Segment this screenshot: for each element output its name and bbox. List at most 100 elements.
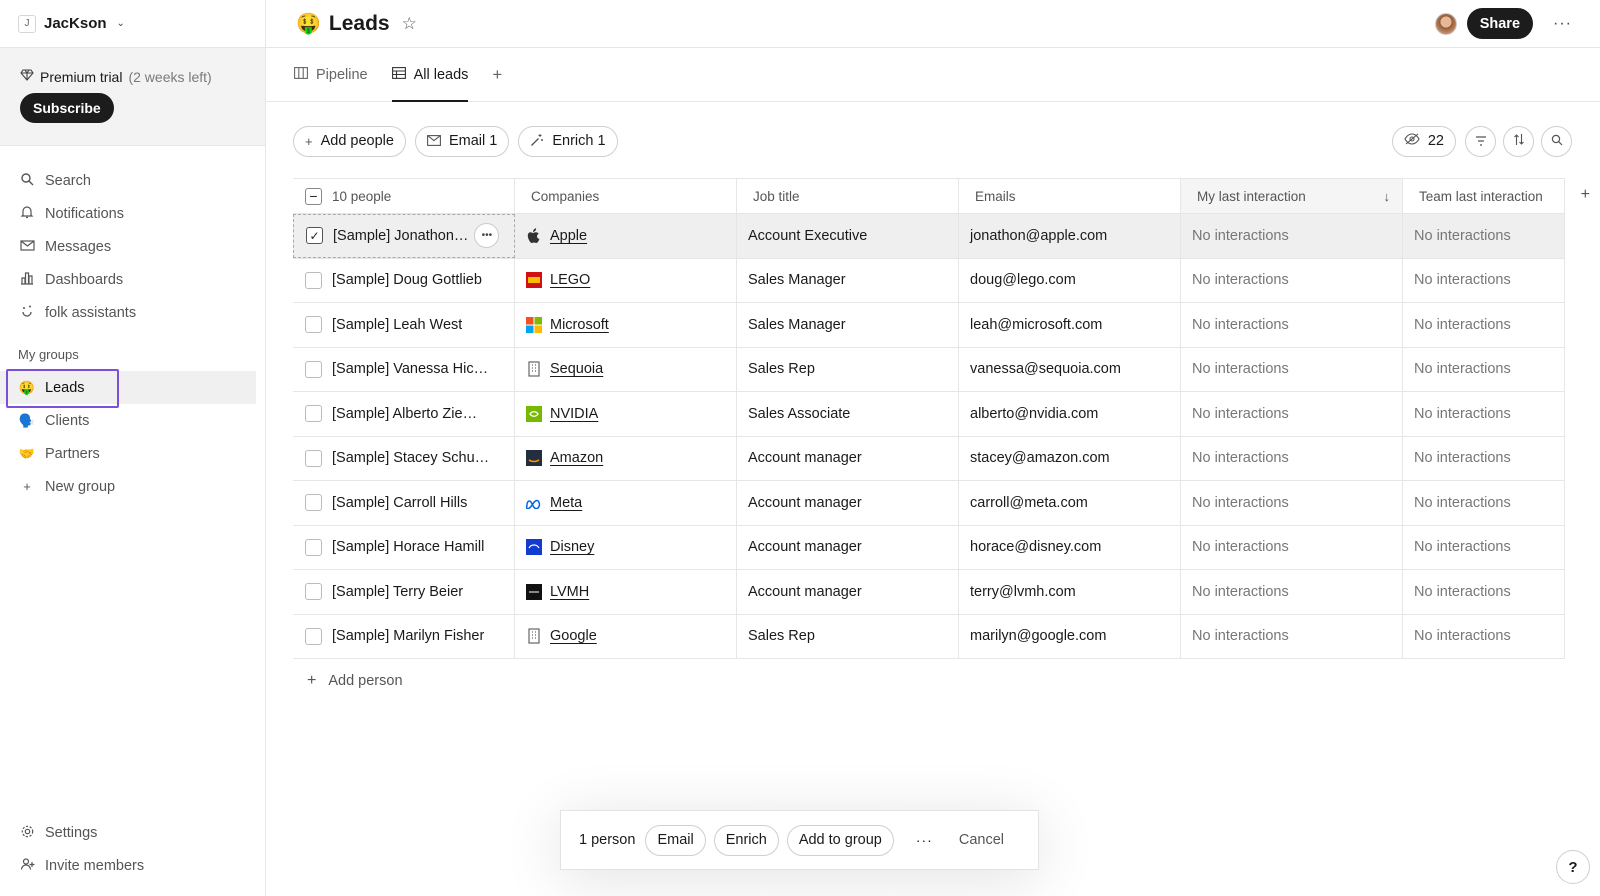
job-title-cell[interactable]: Sales Manager xyxy=(737,303,959,347)
tab-pipeline[interactable]: Pipeline xyxy=(294,48,368,101)
tab-all-leads[interactable]: All leads xyxy=(391,48,468,102)
company-cell[interactable]: LVMH xyxy=(515,570,737,614)
company-link[interactable]: LVMH xyxy=(550,584,589,600)
team-last-interaction-cell[interactable]: No interactions xyxy=(1403,392,1565,436)
company-link[interactable]: Disney xyxy=(550,539,594,555)
column-header-my-last-interaction[interactable]: My last interaction ↓ xyxy=(1181,179,1403,213)
avatar[interactable] xyxy=(1434,12,1457,35)
my-last-interaction-cell[interactable]: No interactions xyxy=(1181,570,1403,614)
my-last-interaction-cell[interactable]: No interactions xyxy=(1181,214,1403,258)
search-button[interactable] xyxy=(1541,125,1572,157)
add-view-button[interactable]: + xyxy=(492,48,502,101)
email-cell[interactable]: marilyn@google.com xyxy=(959,614,1181,658)
person-cell[interactable]: [Sample] Carroll Hills xyxy=(293,481,515,525)
person-name[interactable]: [Sample] Doug Gottlieb xyxy=(332,272,482,288)
company-cell[interactable]: Microsoft xyxy=(515,303,737,347)
company-link[interactable]: Google xyxy=(550,628,597,644)
table-row[interactable]: [Sample] Horace Hamill Disney Account mana… xyxy=(293,525,1565,570)
job-title-cell[interactable]: Account manager xyxy=(737,570,959,614)
row-checkbox[interactable] xyxy=(305,627,322,645)
column-header-companies[interactable]: Companies xyxy=(515,179,737,213)
email-cell[interactable]: horace@disney.com xyxy=(959,525,1181,569)
company-link[interactable]: Apple xyxy=(550,228,587,244)
table-row[interactable]: [Sample] Vanessa Hic… Sequoia Sales Rep van… xyxy=(293,347,1565,392)
company-link[interactable]: Microsoft xyxy=(550,317,609,333)
hidden-fields-button[interactable]: 22 xyxy=(1391,125,1456,157)
select-all-checkbox[interactable]: − xyxy=(305,187,322,205)
share-button[interactable]: Share xyxy=(1466,8,1534,39)
email-selected-button[interactable]: Email xyxy=(645,824,706,856)
row-checkbox[interactable] xyxy=(305,449,322,467)
company-link[interactable]: Sequoia xyxy=(550,361,603,377)
company-link[interactable]: Meta xyxy=(550,495,582,511)
job-title-cell[interactable]: Sales Rep xyxy=(737,614,959,658)
column-header-team-last-interaction[interactable]: Team last interaction xyxy=(1403,179,1565,213)
nav-item-settings[interactable]: Settings xyxy=(0,816,265,849)
group-item-clients[interactable]: 🗣️ Clients xyxy=(0,404,265,437)
company-link[interactable]: NVIDIA xyxy=(550,406,598,422)
row-checkbox[interactable] xyxy=(305,405,322,423)
nav-item-invite-members[interactable]: Invite members xyxy=(0,849,265,882)
my-last-interaction-cell[interactable]: No interactions xyxy=(1181,258,1403,302)
team-last-interaction-cell[interactable]: No interactions xyxy=(1403,525,1565,569)
company-cell[interactable]: Google xyxy=(515,614,737,658)
row-more-icon[interactable]: ••• xyxy=(474,223,500,249)
add-to-group-button[interactable]: Add to group xyxy=(786,824,894,856)
company-cell[interactable]: Sequoia xyxy=(515,347,737,391)
job-title-cell[interactable]: Account manager xyxy=(737,481,959,525)
email-cell[interactable]: terry@lvmh.com xyxy=(959,570,1181,614)
my-last-interaction-cell[interactable]: No interactions xyxy=(1181,303,1403,347)
person-name[interactable]: [Sample] Leah West xyxy=(332,317,462,333)
subscribe-button[interactable]: Subscribe xyxy=(20,93,114,123)
table-row[interactable]: [Sample] Terry Beier LVMH Account manager t… xyxy=(293,570,1565,615)
workspace-switcher[interactable]: J JacKson ⌄ xyxy=(0,0,265,48)
person-cell[interactable]: [Sample] Alberto Zie… xyxy=(293,392,515,436)
group-item-leads[interactable]: 🤑 Leads xyxy=(0,369,256,408)
team-last-interaction-cell[interactable]: No interactions xyxy=(1403,614,1565,658)
team-last-interaction-cell[interactable]: No interactions xyxy=(1403,481,1565,525)
add-column-button[interactable]: + xyxy=(1581,186,1590,204)
email-cell[interactable]: stacey@amazon.com xyxy=(959,436,1181,480)
my-last-interaction-cell[interactable]: No interactions xyxy=(1181,481,1403,525)
company-cell[interactable]: NVIDIA xyxy=(515,392,737,436)
job-title-cell[interactable]: Sales Associate xyxy=(737,392,959,436)
star-icon[interactable]: ☆ xyxy=(402,14,417,34)
team-last-interaction-cell[interactable]: No interactions xyxy=(1403,436,1565,480)
column-header-job-title[interactable]: Job title xyxy=(737,179,959,213)
person-cell[interactable]: [Sample] Stacey Schu… xyxy=(293,436,515,480)
company-cell[interactable]: Meta xyxy=(515,481,737,525)
column-header-people[interactable]: − 10 people xyxy=(293,179,515,213)
email-button[interactable]: Email 1 xyxy=(414,125,510,157)
job-title-cell[interactable]: Account manager xyxy=(737,525,959,569)
company-cell[interactable]: Disney xyxy=(515,525,737,569)
my-last-interaction-cell[interactable]: No interactions xyxy=(1181,525,1403,569)
email-cell[interactable]: jonathon@apple.com xyxy=(959,214,1181,258)
job-title-cell[interactable]: Account Executive xyxy=(737,214,959,258)
row-checkbox[interactable] xyxy=(305,360,322,378)
help-button[interactable]: ? xyxy=(1556,850,1590,884)
nav-item-messages[interactable]: Messages xyxy=(0,230,265,263)
new-group-button[interactable]: + New group xyxy=(0,470,265,503)
team-last-interaction-cell[interactable]: No interactions xyxy=(1403,570,1565,614)
row-checkbox[interactable] xyxy=(305,316,322,334)
table-row[interactable]: ✓ [Sample] Jonathon… ••• Apple Account Execu… xyxy=(293,214,1565,259)
nav-item-folk-assistants[interactable]: folk assistants xyxy=(0,296,265,329)
person-cell[interactable]: [Sample] Terry Beier xyxy=(293,570,515,614)
email-cell[interactable]: carroll@meta.com xyxy=(959,481,1181,525)
job-title-cell[interactable]: Account manager xyxy=(737,436,959,480)
my-last-interaction-cell[interactable]: No interactions xyxy=(1181,347,1403,391)
person-name[interactable]: [Sample] Marilyn Fisher xyxy=(332,628,484,644)
team-last-interaction-cell[interactable]: No interactions xyxy=(1403,347,1565,391)
table-row[interactable]: [Sample] Marilyn Fisher Google Sales Rep ma… xyxy=(293,614,1565,659)
person-name[interactable]: [Sample] Jonathon… xyxy=(333,228,468,244)
nav-item-dashboards[interactable]: Dashboards xyxy=(0,263,265,296)
row-checkbox[interactable] xyxy=(305,271,322,289)
team-last-interaction-cell[interactable]: No interactions xyxy=(1403,303,1565,347)
table-row[interactable]: [Sample] Leah West Microsoft Sales Manager… xyxy=(293,303,1565,348)
my-last-interaction-cell[interactable]: No interactions xyxy=(1181,436,1403,480)
company-link[interactable]: LEGO xyxy=(550,272,590,288)
row-checkbox[interactable]: ✓ xyxy=(306,227,323,245)
company-link[interactable]: Amazon xyxy=(550,450,603,466)
person-cell[interactable]: [Sample] Marilyn Fisher xyxy=(293,614,515,658)
person-name[interactable]: [Sample] Stacey Schu… xyxy=(332,450,489,466)
